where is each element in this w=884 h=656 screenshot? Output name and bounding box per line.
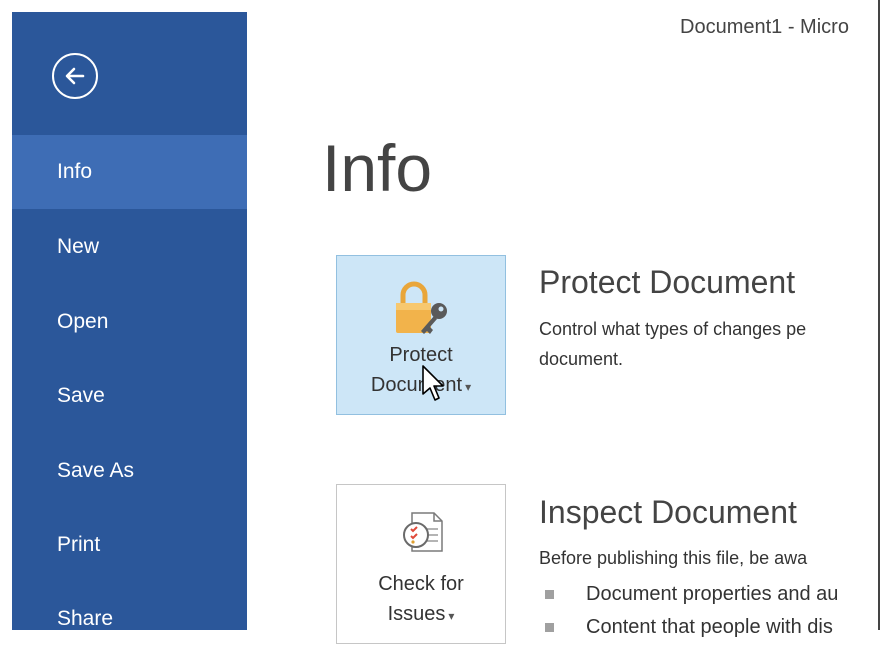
check-tile-label-line2-wrap: Issues ▾ xyxy=(337,599,505,631)
sidebar-item-info[interactable]: Info xyxy=(12,135,247,209)
sidebar-item-share[interactable]: Share xyxy=(12,582,247,656)
protect-document-heading: Protect Document xyxy=(539,264,796,300)
chevron-down-icon: ▾ xyxy=(465,380,472,394)
protect-tile-label-line1: Protect xyxy=(389,344,453,366)
back-button[interactable] xyxy=(52,53,98,99)
inspect-document-heading: Inspect Document xyxy=(539,494,797,530)
protect-document-desc-line2: document. xyxy=(539,349,624,369)
bullet-square-icon xyxy=(545,623,554,633)
window-title: Document1 - Micro xyxy=(680,16,849,38)
sidebar-item-save[interactable]: Save xyxy=(12,359,247,433)
lock-key-icon xyxy=(389,278,453,344)
mouse-pointer-icon xyxy=(422,365,444,401)
window-top-edge xyxy=(0,0,884,12)
protect-document-desc-line1: Control what types of changes pe xyxy=(539,319,807,339)
window-edge xyxy=(878,0,880,630)
chevron-down-icon: ▾ xyxy=(448,609,455,623)
check-issues-icon xyxy=(396,507,446,563)
check-tile-label-line2: Issues xyxy=(387,603,446,625)
inspect-document-desc: Before publishing this file, be awa xyxy=(539,548,808,568)
protect-document-button[interactable]: Protect Document ▾ xyxy=(336,255,506,415)
check-for-issues-button[interactable]: Check for Issues ▾ xyxy=(336,484,506,644)
sidebar-item-new[interactable]: New xyxy=(12,210,247,284)
sidebar-item-save-as[interactable]: Save As xyxy=(12,434,247,508)
list-item: Document properties and au xyxy=(545,579,878,609)
backstage-sidebar: Info New Open Save Save As Print Share xyxy=(12,12,247,630)
check-tile-label-line1: Check for xyxy=(378,573,464,595)
protect-tile-label-line2-wrap: Document ▾ xyxy=(337,370,505,402)
bullet-text: Document properties and au xyxy=(586,583,839,605)
protect-tile-label-line2: Document xyxy=(370,374,463,396)
back-arrow-icon xyxy=(65,67,85,85)
page-title: Info xyxy=(322,131,433,205)
bullet-text: Content that people with dis xyxy=(586,616,833,638)
bullet-square-icon xyxy=(545,590,554,600)
sidebar-item-print[interactable]: Print xyxy=(12,508,247,582)
sidebar-item-open[interactable]: Open xyxy=(12,285,247,359)
list-item: Content that people with dis xyxy=(545,612,878,642)
